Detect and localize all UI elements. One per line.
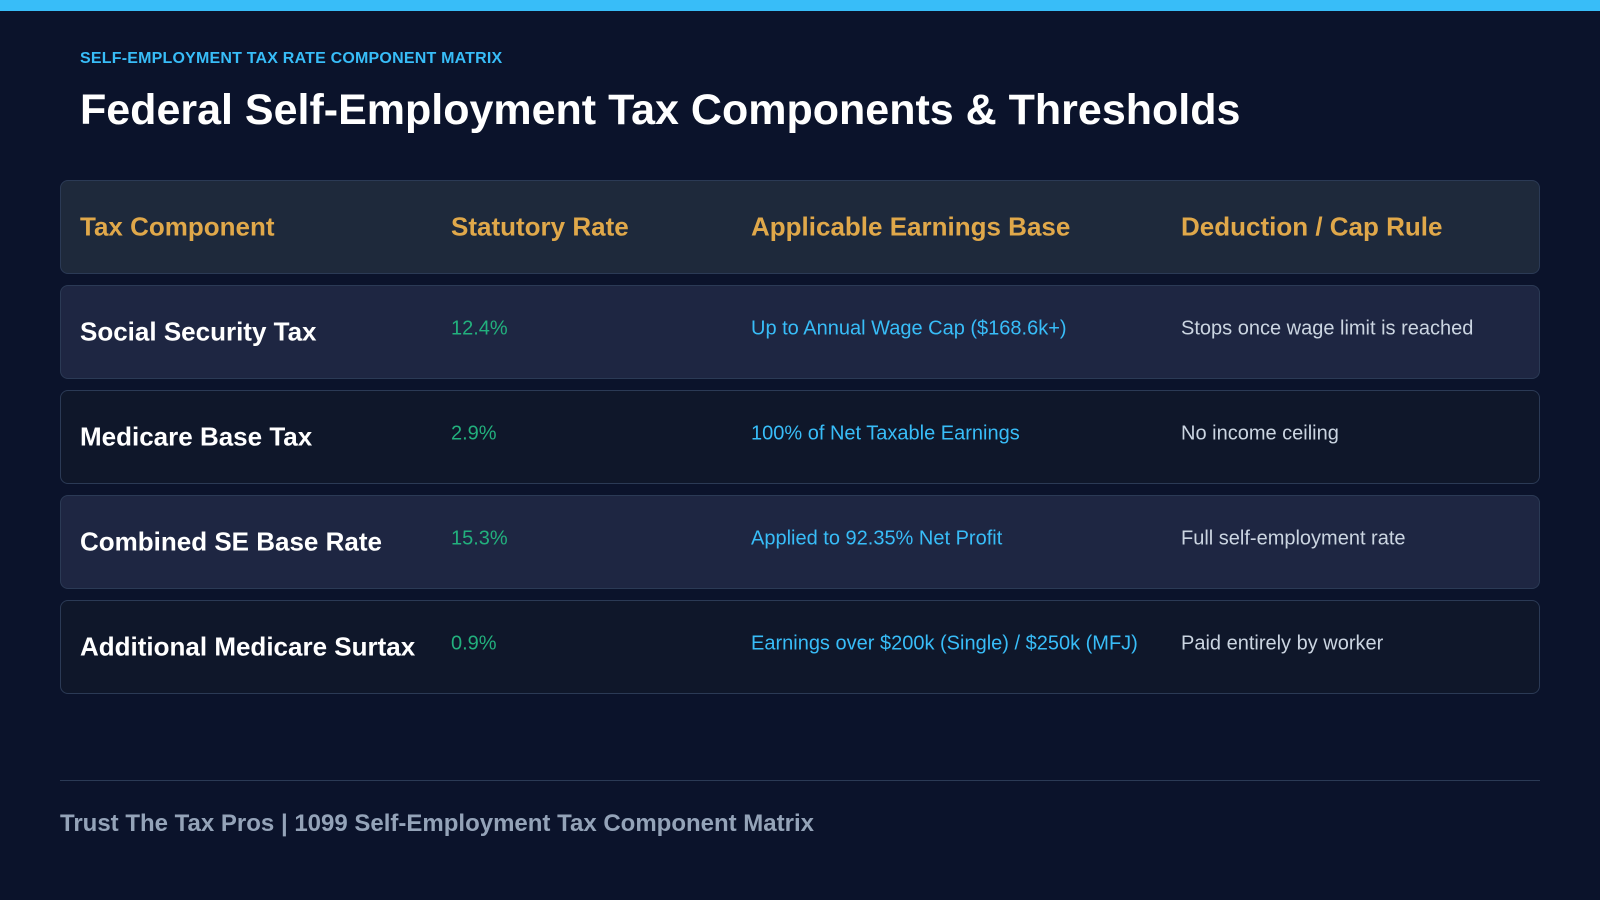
table-row: Combined SE Base Rate 15.3% Applied to 9… (60, 495, 1540, 589)
cap-rule: Full self-employment rate (1181, 527, 1406, 550)
earnings-base: 100% of Net Taxable Earnings (751, 422, 1020, 445)
statutory-rate: 12.4% (451, 317, 508, 340)
tax-component-name: Additional Medicare Surtax (80, 631, 416, 662)
top-accent-bar (0, 0, 1600, 11)
cap-rule: Paid entirely by worker (1181, 632, 1384, 655)
cap-rule: No income ceiling (1181, 422, 1339, 445)
table-row: Medicare Base Tax 2.9% 100% of Net Taxab… (60, 390, 1540, 484)
column-header-statutory-rate: Statutory Rate (451, 211, 629, 242)
footer-text: Trust The Tax Pros | 1099 Self-Employmen… (60, 810, 814, 837)
statutory-rate: 15.3% (451, 527, 508, 550)
page-title: Federal Self-Employment Tax Components &… (80, 86, 1241, 134)
statutory-rate: 0.9% (451, 632, 497, 655)
earnings-base: Earnings over $200k (Single) / $250k (MF… (751, 632, 1138, 655)
statutory-rate: 2.9% (451, 422, 497, 445)
tax-component-table: Tax Component Statutory Rate Applicable … (60, 180, 1540, 705)
earnings-base: Applied to 92.35% Net Profit (751, 527, 1003, 550)
tax-component-name: Social Security Tax (80, 316, 317, 347)
table-header-row: Tax Component Statutory Rate Applicable … (60, 180, 1540, 274)
page-eyebrow: SELF-EMPLOYMENT TAX RATE COMPONENT MATRI… (80, 50, 503, 67)
column-header-cap-rule: Deduction / Cap Rule (1181, 211, 1443, 242)
earnings-base: Up to Annual Wage Cap ($168.6k+) (751, 317, 1067, 340)
cap-rule: Stops once wage limit is reached (1181, 317, 1474, 340)
column-header-earnings-base: Applicable Earnings Base (751, 211, 1071, 242)
tax-component-name: Combined SE Base Rate (80, 526, 382, 557)
footer-divider (60, 780, 1540, 781)
table-row: Additional Medicare Surtax 0.9% Earnings… (60, 600, 1540, 694)
column-header-tax-component: Tax Component (80, 211, 275, 242)
table-row: Social Security Tax 12.4% Up to Annual W… (60, 285, 1540, 379)
tax-component-name: Medicare Base Tax (80, 421, 313, 452)
